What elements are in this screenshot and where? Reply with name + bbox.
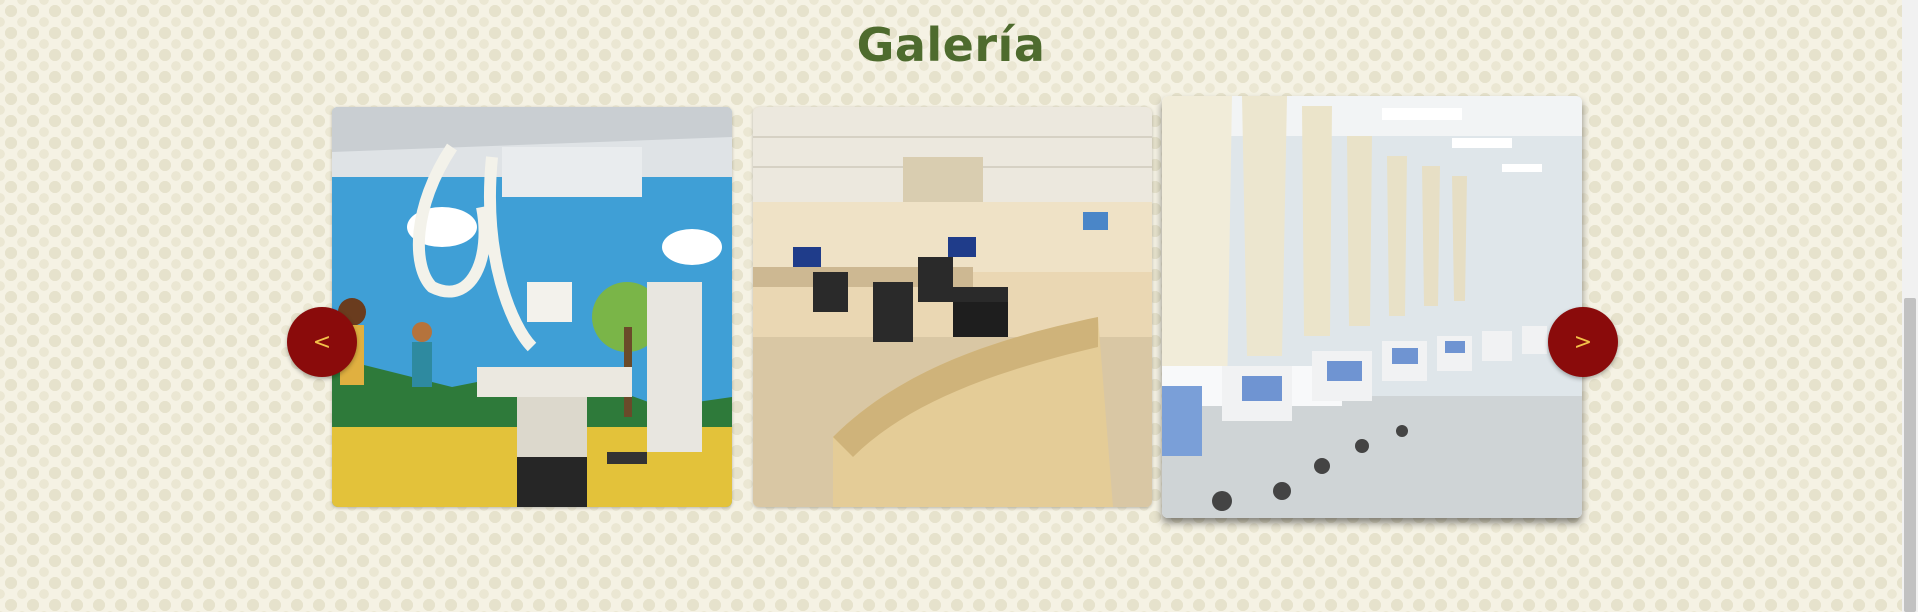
gallery-image-xray-room[interactable] (332, 107, 732, 507)
gallery-next-button[interactable]: > (1548, 307, 1618, 377)
gallery-image-nursing-station[interactable] (753, 107, 1152, 507)
scrollbar-thumb[interactable] (1904, 298, 1916, 612)
gallery-prev-button[interactable]: < (287, 307, 357, 377)
page-scrollbar[interactable] (1902, 0, 1918, 612)
gallery-title: Galería (856, 18, 1046, 72)
gallery-image-hospital-ward[interactable] (1162, 96, 1582, 518)
